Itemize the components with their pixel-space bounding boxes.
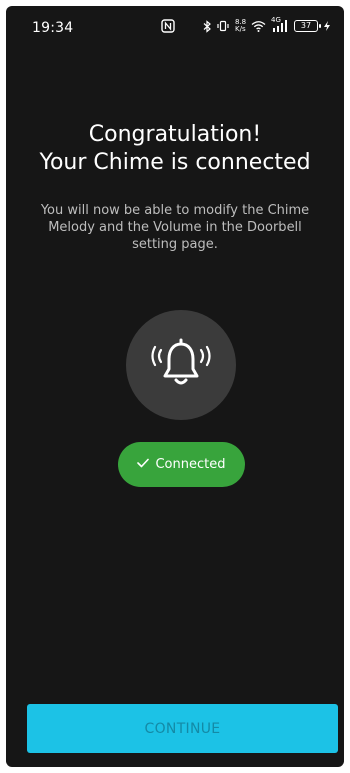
charging-icon — [324, 21, 330, 31]
cellular-signal-icon: 4G — [271, 16, 288, 32]
connected-label: Connected — [155, 457, 226, 472]
signal-type-label: 4G — [271, 16, 281, 24]
page-description: You will now be able to modify the Chime… — [40, 203, 310, 252]
bluetooth-icon — [203, 19, 211, 33]
check-icon — [137, 457, 150, 472]
connected-status-badge: Connected — [118, 442, 245, 487]
bell-ringing-icon — [151, 338, 211, 385]
status-time: 19:34 — [32, 20, 74, 36]
nfc-icon — [161, 19, 175, 33]
title-line-2: Your Chime is connected — [39, 150, 311, 175]
screen: 19:34 8.8 K/s 4G 37 Congratulation! Your… — [0, 0, 350, 773]
page-title: Congratulation! Your Chime is connected — [6, 121, 344, 177]
network-speed-unit: K/s — [235, 25, 246, 33]
battery-indicator: 37 — [294, 20, 321, 32]
wifi-icon — [251, 20, 266, 32]
chime-icon-container — [126, 310, 236, 420]
network-speed: 8.8 K/s — [235, 19, 246, 33]
status-icons: 8.8 K/s 4G 37 — [203, 16, 330, 34]
title-line-1: Congratulation! — [88, 122, 262, 147]
vibrate-icon — [217, 20, 229, 32]
phone-screen: 19:34 8.8 K/s 4G 37 Congratulation! Your… — [6, 6, 344, 767]
continue-button[interactable]: CONTINUE — [27, 704, 338, 753]
status-bar: 19:34 8.8 K/s 4G 37 — [6, 6, 344, 46]
